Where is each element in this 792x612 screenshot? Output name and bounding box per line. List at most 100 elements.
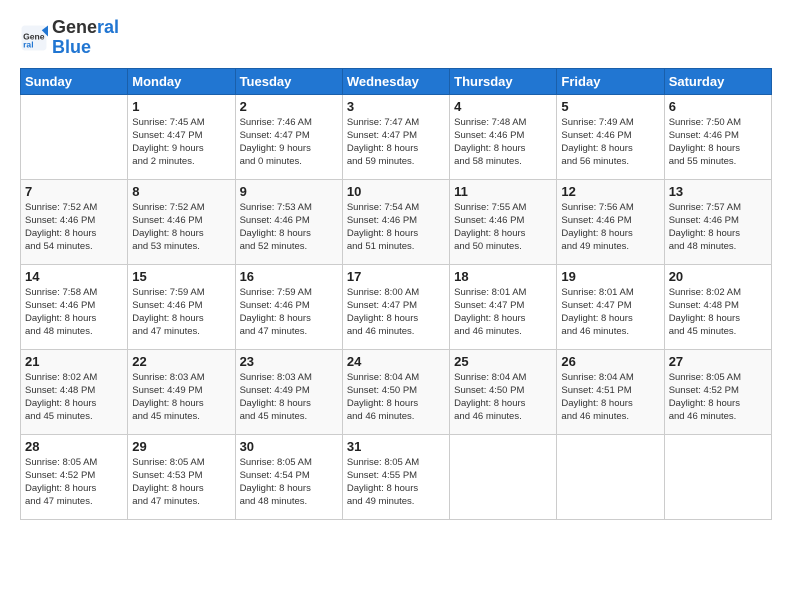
logo-icon: Gene ral <box>20 24 48 52</box>
calendar-week-row: 1 Sunrise: 7:45 AMSunset: 4:47 PMDaylight… <box>21 94 772 179</box>
day-number: 5 <box>561 99 659 114</box>
day-number: 24 <box>347 354 445 369</box>
day-number: 4 <box>454 99 552 114</box>
day-info: Sunrise: 7:45 AMSunset: 4:47 PMDaylight:… <box>132 116 230 169</box>
calendar-cell: 21 Sunrise: 8:02 AMSunset: 4:48 PMDayligh… <box>21 349 128 434</box>
day-number: 9 <box>240 184 338 199</box>
day-number: 31 <box>347 439 445 454</box>
day-number: 23 <box>240 354 338 369</box>
calendar-table: SundayMondayTuesdayWednesdayThursdayFrid… <box>20 68 772 520</box>
day-number: 12 <box>561 184 659 199</box>
calendar-cell: 16Sunrise: 7:59 AMSunset: 4:46 PMDayligh… <box>235 264 342 349</box>
day-info: Sunrise: 8:01 AMSunset: 4:47 PMDaylight:… <box>454 286 552 339</box>
logo-name: GeneralBlue <box>52 18 119 58</box>
day-number: 10 <box>347 184 445 199</box>
day-number: 2 <box>240 99 338 114</box>
day-info: Sunrise: 7:59 AMSunset: 4:46 PMDaylight:… <box>240 286 338 339</box>
calendar-cell: 6Sunrise: 7:50 AMSunset: 4:46 PMDaylight… <box>664 94 771 179</box>
day-number: 17 <box>347 269 445 284</box>
day-number: 8 <box>132 184 230 199</box>
calendar-cell: 25Sunrise: 8:04 AMSunset: 4:50 PMDayligh… <box>450 349 557 434</box>
weekday-header-cell: Tuesday <box>235 68 342 94</box>
calendar-cell: 1 Sunrise: 7:45 AMSunset: 4:47 PMDaylight… <box>128 94 235 179</box>
calendar-cell: 23Sunrise: 8:03 AMSunset: 4:49 PMDayligh… <box>235 349 342 434</box>
calendar-cell: 24 Sunrise: 8:04 AMSunset: 4:50 PMDayligh… <box>342 349 449 434</box>
day-number: 29 <box>132 439 230 454</box>
day-number: 27 <box>669 354 767 369</box>
weekday-header-cell: Friday <box>557 68 664 94</box>
day-info: Sunrise: 8:00 AMSunset: 4:47 PMDaylight:… <box>347 286 445 339</box>
day-number: 20 <box>669 269 767 284</box>
day-info: Sunrise: 8:04 AMSunset: 4:50 PMDaylight:… <box>347 371 445 424</box>
weekday-header-cell: Monday <box>128 68 235 94</box>
day-info: Sunrise: 8:04 AMSunset: 4:51 PMDaylight:… <box>561 371 659 424</box>
calendar-week-row: 7 Sunrise: 7:52 AMSunset: 4:46 PMDaylight… <box>21 179 772 264</box>
calendar-cell: 7 Sunrise: 7:52 AMSunset: 4:46 PMDaylight… <box>21 179 128 264</box>
day-info: Sunrise: 7:52 AMSunset: 4:46 PMDaylight:… <box>132 201 230 254</box>
calendar-cell: 2 Sunrise: 7:46 AMSunset: 4:47 PMDaylight… <box>235 94 342 179</box>
calendar-cell: 5 Sunrise: 7:49 AMSunset: 4:46 PMDaylight… <box>557 94 664 179</box>
header: Gene ral GeneralBlue <box>20 18 772 58</box>
day-number: 28 <box>25 439 123 454</box>
calendar-week-row: 28 Sunrise: 8:05 AMSunset: 4:52 PMDayligh… <box>21 434 772 519</box>
day-info: Sunrise: 7:56 AMSunset: 4:46 PMDaylight:… <box>561 201 659 254</box>
calendar-cell: 18 Sunrise: 8:01 AMSunset: 4:47 PMDayligh… <box>450 264 557 349</box>
calendar-cell: 4Sunrise: 7:48 AMSunset: 4:46 PMDaylight… <box>450 94 557 179</box>
day-info: Sunrise: 8:05 AMSunset: 4:52 PMDaylight:… <box>25 456 123 509</box>
calendar-page: Gene ral GeneralBlue SundayMondayTuesday… <box>0 0 792 612</box>
calendar-cell <box>557 434 664 519</box>
calendar-cell: 30 Sunrise: 8:05 AMSunset: 4:54 PMDayligh… <box>235 434 342 519</box>
calendar-cell <box>21 94 128 179</box>
calendar-cell: 19Sunrise: 8:01 AMSunset: 4:47 PMDayligh… <box>557 264 664 349</box>
calendar-cell <box>664 434 771 519</box>
weekday-header-row: SundayMondayTuesdayWednesdayThursdayFrid… <box>21 68 772 94</box>
day-info: Sunrise: 8:02 AMSunset: 4:48 PMDaylight:… <box>669 286 767 339</box>
calendar-cell: 31 Sunrise: 8:05 AMSunset: 4:55 PMDayligh… <box>342 434 449 519</box>
calendar-cell: 14Sunrise: 7:58 AMSunset: 4:46 PMDayligh… <box>21 264 128 349</box>
day-number: 22 <box>132 354 230 369</box>
day-number: 3 <box>347 99 445 114</box>
calendar-cell: 12 Sunrise: 7:56 AMSunset: 4:46 PMDayligh… <box>557 179 664 264</box>
day-info: Sunrise: 7:49 AMSunset: 4:46 PMDaylight:… <box>561 116 659 169</box>
day-number: 26 <box>561 354 659 369</box>
day-info: Sunrise: 7:50 AMSunset: 4:46 PMDaylight:… <box>669 116 767 169</box>
day-info: Sunrise: 7:55 AMSunset: 4:46 PMDaylight:… <box>454 201 552 254</box>
calendar-cell: 11 Sunrise: 7:55 AMSunset: 4:46 PMDayligh… <box>450 179 557 264</box>
day-number: 1 <box>132 99 230 114</box>
day-number: 15 <box>132 269 230 284</box>
calendar-cell: 29 Sunrise: 8:05 AMSunset: 4:53 PMDayligh… <box>128 434 235 519</box>
day-info: Sunrise: 7:59 AMSunset: 4:46 PMDaylight:… <box>132 286 230 339</box>
day-number: 11 <box>454 184 552 199</box>
day-info: Sunrise: 8:05 AMSunset: 4:53 PMDaylight:… <box>132 456 230 509</box>
day-info: Sunrise: 7:52 AMSunset: 4:46 PMDaylight:… <box>25 201 123 254</box>
weekday-header-cell: Saturday <box>664 68 771 94</box>
day-info: Sunrise: 7:54 AMSunset: 4:46 PMDaylight:… <box>347 201 445 254</box>
calendar-cell: 8 Sunrise: 7:52 AMSunset: 4:46 PMDaylight… <box>128 179 235 264</box>
day-number: 18 <box>454 269 552 284</box>
day-info: Sunrise: 8:02 AMSunset: 4:48 PMDaylight:… <box>25 371 123 424</box>
calendar-cell <box>450 434 557 519</box>
day-info: Sunrise: 8:05 AMSunset: 4:52 PMDaylight:… <box>669 371 767 424</box>
day-info: Sunrise: 8:05 AMSunset: 4:55 PMDaylight:… <box>347 456 445 509</box>
day-number: 14 <box>25 269 123 284</box>
calendar-week-row: 14Sunrise: 7:58 AMSunset: 4:46 PMDayligh… <box>21 264 772 349</box>
calendar-cell: 17 Sunrise: 8:00 AMSunset: 4:47 PMDayligh… <box>342 264 449 349</box>
calendar-cell: 22 Sunrise: 8:03 AMSunset: 4:49 PMDayligh… <box>128 349 235 434</box>
calendar-cell: 15 Sunrise: 7:59 AMSunset: 4:46 PMDayligh… <box>128 264 235 349</box>
day-number: 7 <box>25 184 123 199</box>
calendar-cell: 3Sunrise: 7:47 AMSunset: 4:47 PMDaylight… <box>342 94 449 179</box>
weekday-header-cell: Thursday <box>450 68 557 94</box>
day-number: 21 <box>25 354 123 369</box>
calendar-cell: 26 Sunrise: 8:04 AMSunset: 4:51 PMDayligh… <box>557 349 664 434</box>
svg-text:ral: ral <box>23 39 33 49</box>
day-info: Sunrise: 8:03 AMSunset: 4:49 PMDaylight:… <box>132 371 230 424</box>
day-info: Sunrise: 7:53 AMSunset: 4:46 PMDaylight:… <box>240 201 338 254</box>
day-info: Sunrise: 8:05 AMSunset: 4:54 PMDaylight:… <box>240 456 338 509</box>
calendar-cell: 20 Sunrise: 8:02 AMSunset: 4:48 PMDayligh… <box>664 264 771 349</box>
calendar-cell: 28 Sunrise: 8:05 AMSunset: 4:52 PMDayligh… <box>21 434 128 519</box>
day-number: 13 <box>669 184 767 199</box>
calendar-week-row: 21 Sunrise: 8:02 AMSunset: 4:48 PMDayligh… <box>21 349 772 434</box>
calendar-cell: 27 Sunrise: 8:05 AMSunset: 4:52 PMDayligh… <box>664 349 771 434</box>
day-number: 30 <box>240 439 338 454</box>
day-info: Sunrise: 7:46 AMSunset: 4:47 PMDaylight:… <box>240 116 338 169</box>
